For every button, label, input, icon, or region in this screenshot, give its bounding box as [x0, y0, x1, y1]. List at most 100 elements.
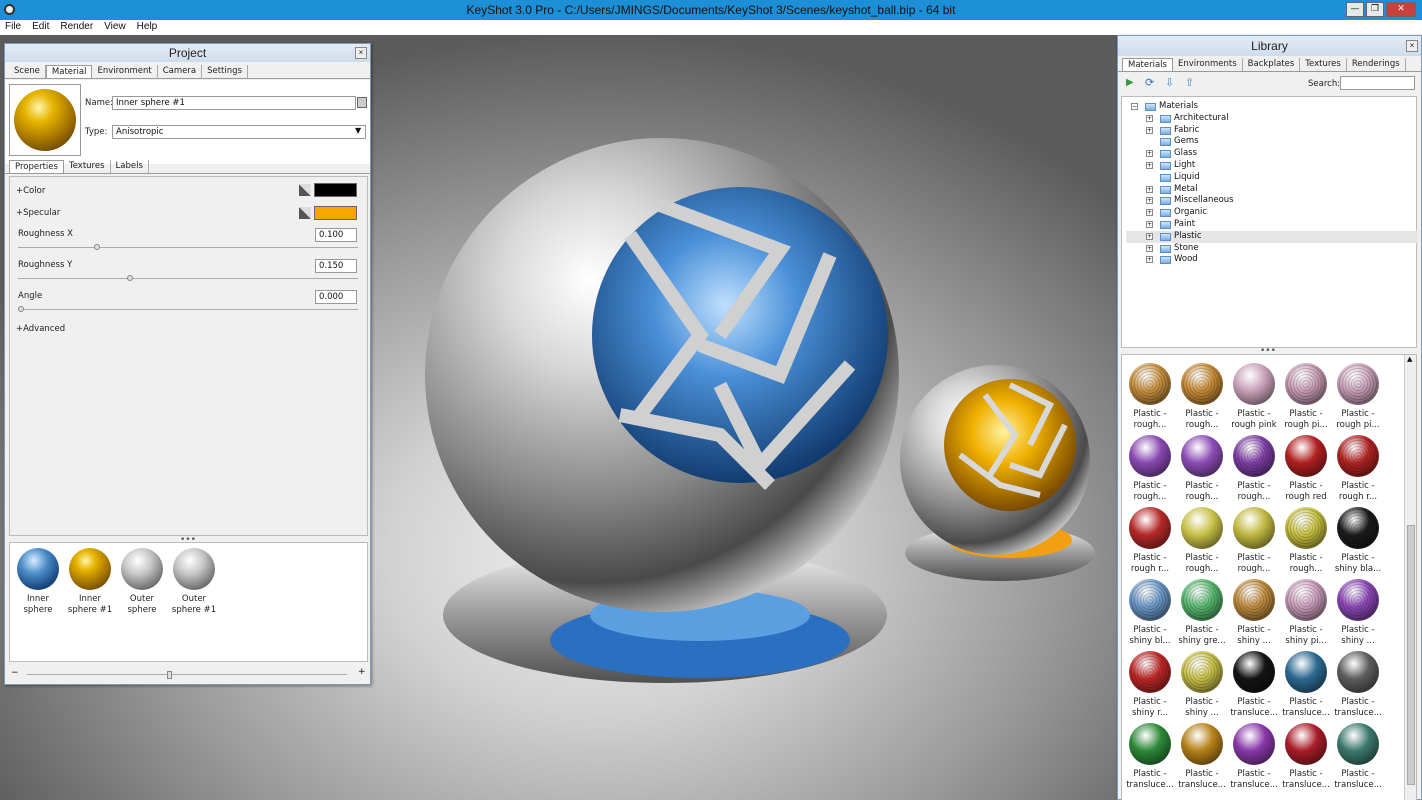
scene-material-item[interactable]: Inner sphere #1 [64, 546, 116, 618]
library-material-item[interactable]: Plastic - transluce... [1124, 721, 1176, 793]
tab-camera[interactable]: Camera [158, 65, 203, 78]
library-material-item[interactable]: Plastic - shiny gre... [1176, 577, 1228, 649]
library-material-item[interactable]: Plastic - shiny ... [1176, 649, 1228, 721]
menu-file[interactable]: File [0, 20, 27, 32]
menu-view[interactable]: View [99, 20, 132, 32]
specular-texture-icon[interactable] [299, 207, 311, 219]
search-input[interactable] [1340, 76, 1415, 90]
color-label[interactable]: +Color [16, 186, 45, 196]
project-panel-header[interactable]: Project × [5, 44, 370, 62]
angle-field[interactable]: 0.000 [315, 290, 357, 304]
scene-material-item[interactable]: Outer sphere #1 [168, 546, 220, 618]
tree-folder-architectural[interactable]: + Architectural [1126, 113, 1418, 125]
library-material-item[interactable]: Plastic - rough pi... [1332, 361, 1384, 433]
download-icon[interactable]: ⇩ [1165, 76, 1174, 89]
library-material-item[interactable]: Plastic - rough... [1176, 505, 1228, 577]
menu-render[interactable]: Render [55, 20, 99, 32]
library-material-item[interactable]: Plastic - rough r... [1124, 505, 1176, 577]
minimize-button[interactable]: — [1346, 2, 1364, 17]
name-field[interactable]: Inner sphere #1 [112, 96, 356, 110]
library-close-icon[interactable]: × [1406, 40, 1418, 52]
zoom-out-icon[interactable]: − [11, 668, 19, 678]
specular-swatch-button[interactable] [314, 206, 357, 220]
library-panel-header[interactable]: Library × [1118, 36, 1421, 56]
tree-folder-wood[interactable]: + Wood [1126, 254, 1418, 266]
tree-folder-metal[interactable]: + Metal [1126, 184, 1418, 196]
texture-map-icon[interactable] [299, 184, 311, 196]
tab-backplates[interactable]: Backplates [1243, 58, 1301, 71]
tab-renderings[interactable]: Renderings [1347, 58, 1406, 71]
tab-library-textures[interactable]: Textures [1300, 58, 1347, 71]
scene-material-item[interactable]: Inner sphere [12, 546, 64, 618]
expand-icon[interactable]: + [1146, 197, 1153, 205]
expand-icon[interactable]: + [1146, 185, 1153, 193]
library-material-item[interactable]: Plastic - rough... [1124, 361, 1176, 433]
expand-icon[interactable]: + [1146, 256, 1153, 264]
library-material-item[interactable]: Plastic - transluce... [1228, 721, 1280, 793]
expand-icon[interactable]: + [1146, 161, 1153, 169]
expand-icon[interactable]: + [1146, 244, 1153, 252]
library-material-item[interactable]: Plastic - rough... [1124, 433, 1176, 505]
scrollbar-thumb[interactable] [1407, 525, 1415, 785]
close-button[interactable]: ✕ [1386, 2, 1416, 17]
type-select[interactable]: Anisotropic [112, 125, 366, 139]
expand-icon[interactable]: + [1146, 114, 1153, 122]
tab-labels[interactable]: Labels [111, 160, 149, 173]
library-material-item[interactable]: Plastic - shiny bl... [1124, 577, 1176, 649]
library-material-item[interactable]: Plastic - rough... [1176, 433, 1228, 505]
tree-folder-gems[interactable]: Gems [1126, 136, 1418, 148]
library-material-item[interactable]: Plastic - rough... [1228, 433, 1280, 505]
angle-knob[interactable] [18, 306, 24, 312]
project-close-icon[interactable]: × [355, 47, 367, 59]
tree-folder-light[interactable]: + Light [1126, 160, 1418, 172]
expand-icon[interactable]: + [1146, 209, 1153, 217]
maximize-button[interactable]: ❐ [1366, 2, 1384, 17]
scroll-up-icon[interactable]: ▲ [1407, 355, 1412, 363]
specular-label[interactable]: +Specular [16, 208, 60, 218]
angle-slider[interactable] [18, 306, 358, 312]
library-material-item[interactable]: Plastic - rough pink [1228, 361, 1280, 433]
tree-folder-organic[interactable]: + Organic [1126, 207, 1418, 219]
library-material-item[interactable]: Plastic - rough r... [1332, 433, 1384, 505]
color-swatch-button[interactable] [314, 183, 357, 197]
tree-folder-liquid[interactable]: Liquid [1126, 172, 1418, 184]
tree-folder-fabric[interactable]: + Fabric [1126, 125, 1418, 137]
expand-icon[interactable]: + [1146, 150, 1153, 158]
advanced-toggle[interactable]: +Advanced [16, 324, 65, 334]
expand-icon[interactable]: + [1146, 220, 1153, 228]
library-material-item[interactable]: Plastic - shiny ... [1228, 577, 1280, 649]
library-material-item[interactable]: Plastic - shiny pi... [1280, 577, 1332, 649]
library-material-item[interactable]: Plastic - transluce... [1280, 721, 1332, 793]
tab-environments[interactable]: Environments [1173, 58, 1243, 71]
import-icon[interactable]: ▶ [1126, 77, 1134, 88]
thumbnail-size-slider[interactable] [27, 671, 347, 679]
library-material-item[interactable]: Plastic - transluce... [1280, 649, 1332, 721]
zoom-in-icon[interactable]: + [358, 667, 366, 677]
tree-folder-glass[interactable]: + Glass [1126, 148, 1418, 160]
tab-properties[interactable]: Properties [9, 160, 64, 173]
tab-settings[interactable]: Settings [202, 65, 248, 78]
library-material-item[interactable]: Plastic - shiny bla... [1332, 505, 1384, 577]
tree-folder-miscellaneous[interactable]: + Miscellaneous [1126, 195, 1418, 207]
library-material-item[interactable]: Plastic - shiny ... [1332, 577, 1384, 649]
refresh-icon[interactable]: ⟳ [1145, 76, 1154, 89]
library-material-item[interactable]: Plastic - rough red [1280, 433, 1332, 505]
collapse-icon[interactable]: − [1131, 103, 1138, 110]
roughness-y-knob[interactable] [127, 275, 133, 281]
tree-folder-paint[interactable]: + Paint [1126, 219, 1418, 231]
library-material-item[interactable]: Plastic - transluce... [1176, 721, 1228, 793]
upload-icon[interactable]: ⇧ [1185, 76, 1194, 89]
thumbnail-size-knob[interactable] [167, 671, 172, 679]
scene-material-item[interactable]: Outer sphere [116, 546, 168, 618]
roughness-y-slider[interactable] [18, 275, 358, 281]
library-material-item[interactable]: Plastic - rough pi... [1280, 361, 1332, 433]
menu-edit[interactable]: Edit [27, 20, 55, 32]
library-material-item[interactable]: Plastic - rough... [1280, 505, 1332, 577]
roughness-x-field[interactable]: 0.100 [315, 228, 357, 242]
library-material-item[interactable]: Plastic - transluce... [1228, 649, 1280, 721]
tab-textures[interactable]: Textures [64, 160, 111, 173]
tab-environment[interactable]: Environment [92, 65, 158, 78]
grid-scrollbar[interactable]: ▲ [1404, 355, 1416, 800]
tab-materials[interactable]: Materials [1122, 58, 1173, 71]
tree-folder-stone[interactable]: + Stone [1126, 243, 1418, 255]
